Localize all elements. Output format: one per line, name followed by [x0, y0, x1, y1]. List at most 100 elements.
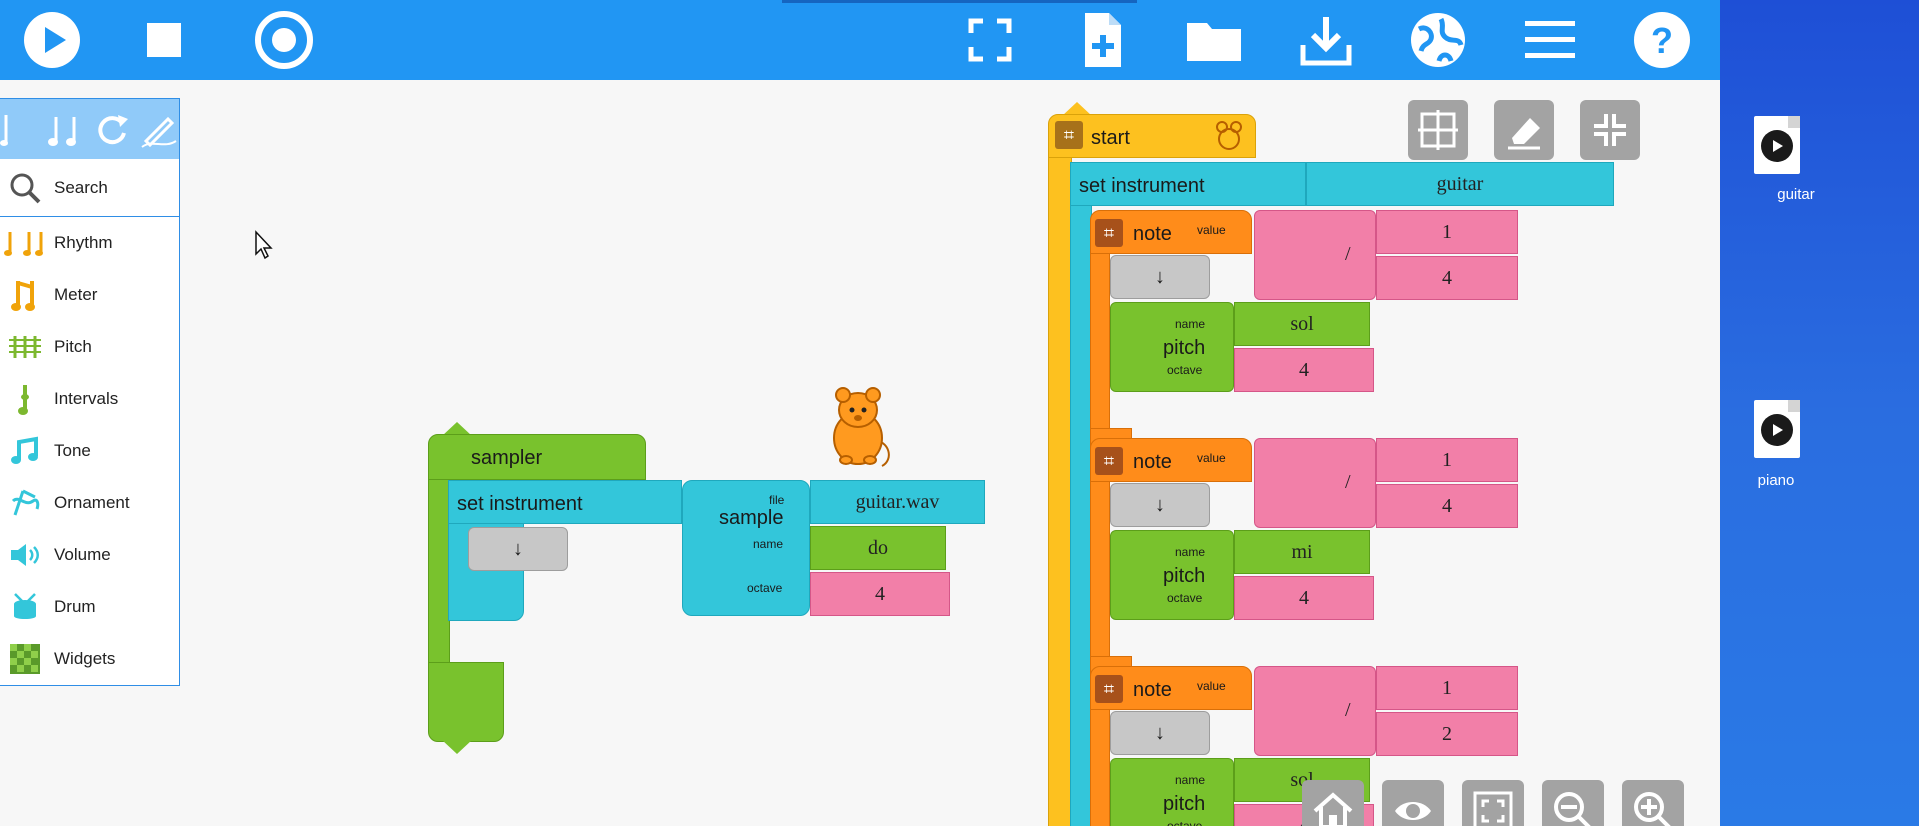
- palette-item-tone[interactable]: Tone: [0, 425, 179, 477]
- note-1-pitch-block[interactable]: pitch name octave: [1110, 302, 1234, 392]
- refresh-tab-icon[interactable]: [92, 107, 132, 151]
- drum-icon: [0, 587, 50, 627]
- ornament-icon: [0, 483, 50, 523]
- palette-item-ornament[interactable]: Ornament: [0, 477, 179, 529]
- note-2-numerator[interactable]: 1: [1376, 438, 1518, 482]
- note-2-denominator[interactable]: 4: [1376, 484, 1518, 528]
- collapse-note-3-icon[interactable]: ⌗: [1095, 675, 1123, 703]
- palette-search[interactable]: Search: [0, 159, 179, 217]
- save-download-button[interactable]: [1294, 8, 1358, 72]
- collapse-note-2-icon[interactable]: ⌗: [1095, 447, 1123, 475]
- open-project-button[interactable]: [1182, 8, 1246, 72]
- meter-icon: [0, 275, 50, 315]
- note-3-divide-block[interactable]: /: [1254, 666, 1376, 756]
- palette-item-drum[interactable]: Drum: [0, 581, 179, 633]
- sample-octave-value[interactable]: 4: [810, 572, 950, 616]
- piano-file-icon[interactable]: [1754, 400, 1800, 458]
- hamburger-menu-icon: [1525, 21, 1575, 58]
- start-set-instrument-label: set instrument: [1079, 175, 1205, 197]
- collapse-start-icon[interactable]: ⌗: [1055, 121, 1083, 149]
- palette-item-rhythm[interactable]: Rhythm: [0, 217, 179, 269]
- zoom-out-button[interactable]: [1542, 780, 1604, 826]
- note-2-divide-block[interactable]: /: [1254, 438, 1376, 528]
- start-instrument-value[interactable]: guitar: [1306, 162, 1614, 206]
- collapse-blocks-button[interactable]: [1580, 100, 1640, 160]
- note-3-denominator[interactable]: 2: [1376, 712, 1518, 756]
- pencil-tab-icon[interactable]: [138, 107, 178, 151]
- collapse-note-1-icon[interactable]: ⌗: [1095, 219, 1123, 247]
- note-1-label: note: [1133, 223, 1172, 245]
- note-block-2[interactable]: ⌗ note value: [1090, 438, 1252, 482]
- palette-item-widgets[interactable]: Widgets: [0, 633, 179, 685]
- eraser-icon: [1508, 118, 1540, 150]
- media-play-icon: [1761, 414, 1793, 446]
- note-1-numerator[interactable]: 1: [1376, 210, 1518, 254]
- palette-item-volume[interactable]: Volume: [0, 529, 179, 581]
- note-2-arrow-block[interactable]: ↓: [1110, 483, 1210, 527]
- start-block[interactable]: ⌗ start: [1048, 114, 1256, 158]
- grid-button[interactable]: [1408, 100, 1468, 160]
- palette-label-intervals: Intervals: [54, 389, 119, 408]
- palette-item-intervals[interactable]: Intervals: [0, 373, 179, 425]
- note-2-octave-label: octave: [1167, 591, 1203, 605]
- note-1-arrow-block[interactable]: ↓: [1110, 255, 1210, 299]
- sample-file-value[interactable]: guitar.wav: [810, 480, 985, 524]
- note-1-denominator[interactable]: 4: [1376, 256, 1518, 300]
- note-3-numerator[interactable]: 1: [1376, 666, 1518, 710]
- record-button[interactable]: [252, 8, 316, 72]
- rhythm-icon: [0, 223, 50, 263]
- music-notes-tab-icon[interactable]: [0, 107, 40, 151]
- eye-icon: [1395, 802, 1431, 820]
- palette-item-pitch[interactable]: Pitch: [0, 321, 179, 373]
- note-1-value-label: value: [1197, 223, 1226, 237]
- start-set-instrument-arm: [1070, 205, 1092, 826]
- new-project-button[interactable]: [1070, 8, 1134, 72]
- note-1-divide-block[interactable]: /: [1254, 210, 1376, 300]
- sampler-arrow-label: ↓: [513, 538, 523, 560]
- download-icon: [1300, 17, 1352, 66]
- help-button[interactable]: ?: [1630, 8, 1694, 72]
- widgets-icon: [0, 639, 50, 679]
- palette-header: [0, 99, 179, 159]
- note-3-pitch-block[interactable]: pitch name octave: [1110, 758, 1234, 826]
- home-button[interactable]: [1302, 780, 1364, 826]
- guitar-file-label[interactable]: guitar: [1746, 186, 1846, 203]
- file-fold: [1788, 116, 1800, 128]
- note-3-arrow-block[interactable]: ↓: [1110, 711, 1210, 755]
- sample-block[interactable]: sample file name octave: [682, 480, 810, 616]
- show-hide-blocks-button[interactable]: [1382, 780, 1444, 826]
- sample-name-value[interactable]: do: [810, 526, 946, 570]
- sampler-arrow-block[interactable]: ↓: [468, 527, 568, 571]
- sampler-block[interactable]: sampler: [428, 434, 646, 480]
- note-2-octave-value[interactable]: 4: [1234, 576, 1374, 620]
- start-set-instrument-block[interactable]: set instrument: [1070, 162, 1306, 206]
- zoom-in-button[interactable]: [1622, 780, 1684, 826]
- play-button[interactable]: [20, 8, 84, 72]
- search-icon: [0, 168, 50, 208]
- note-1-name-value[interactable]: sol: [1234, 302, 1370, 346]
- sampler-foot: [428, 662, 504, 742]
- guitar-file-icon[interactable]: [1754, 116, 1800, 174]
- note-2-pitch-block[interactable]: pitch name octave: [1110, 530, 1234, 620]
- note-block-3[interactable]: ⌗ note value: [1090, 666, 1252, 710]
- note-block-1[interactable]: ⌗ note value: [1090, 210, 1252, 254]
- sampler-title: sampler: [471, 447, 543, 469]
- expand-collapse-button[interactable]: [1462, 780, 1524, 826]
- mouse-turtle-sprite[interactable]: [820, 380, 900, 475]
- workspace-canvas[interactable]: Search Rhythm Meter Pitch Intervals Tone…: [0, 80, 1720, 826]
- stop-button[interactable]: [132, 8, 196, 72]
- planet-button[interactable]: [1406, 8, 1470, 72]
- clear-button[interactable]: [1494, 100, 1554, 160]
- stop-icon: [147, 23, 181, 57]
- palette-item-meter[interactable]: Meter: [0, 269, 179, 321]
- block-palette: Search Rhythm Meter Pitch Intervals Tone…: [0, 98, 180, 686]
- menu-button[interactable]: [1518, 8, 1582, 72]
- fullscreen-button[interactable]: [958, 8, 1022, 72]
- piano-file-label[interactable]: piano: [1726, 472, 1826, 489]
- rhythm-tab-icon[interactable]: [46, 107, 86, 151]
- palette-label-widgets: Widgets: [54, 649, 116, 668]
- sampler-set-instrument-block[interactable]: set instrument: [448, 480, 682, 524]
- note-1-octave-value[interactable]: 4: [1234, 348, 1374, 392]
- palette-label-drum: Drum: [54, 597, 96, 616]
- note-2-name-value[interactable]: mi: [1234, 530, 1370, 574]
